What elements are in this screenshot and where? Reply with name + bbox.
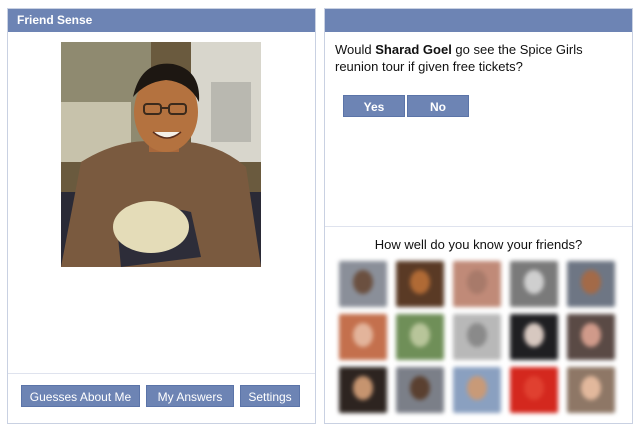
friend-thumbnail[interactable] bbox=[453, 261, 501, 307]
friend-thumbnail[interactable] bbox=[396, 314, 444, 360]
yes-button[interactable]: Yes bbox=[343, 95, 405, 117]
guesses-about-me-button[interactable]: Guesses About Me bbox=[21, 385, 140, 407]
friend-thumbnail[interactable] bbox=[339, 261, 387, 307]
friend-thumbnail[interactable] bbox=[567, 314, 615, 360]
friends-title: How well do you know your friends? bbox=[374, 237, 583, 252]
section-divider bbox=[325, 226, 632, 227]
friend-face bbox=[353, 376, 373, 400]
friend-face bbox=[524, 323, 544, 347]
friend-face bbox=[524, 270, 544, 294]
question-panel: Would Sharad Goel go see the Spice Girls… bbox=[324, 8, 633, 424]
footer-divider bbox=[8, 373, 315, 374]
friend-face bbox=[581, 376, 601, 400]
friend-face bbox=[353, 323, 373, 347]
friend-face bbox=[467, 376, 487, 400]
settings-button[interactable]: Settings bbox=[240, 385, 300, 407]
question-text: Would Sharad Goel go see the Spice Girls… bbox=[335, 41, 625, 75]
friend-face bbox=[353, 270, 373, 294]
friend-thumbnail[interactable] bbox=[396, 261, 444, 307]
profile-photo bbox=[61, 42, 261, 267]
friend-thumbnail[interactable] bbox=[453, 314, 501, 360]
panel-title: Friend Sense bbox=[8, 9, 315, 32]
friend-thumbnail[interactable] bbox=[339, 367, 387, 413]
friend-thumbnail[interactable] bbox=[567, 367, 615, 413]
friend-face bbox=[581, 270, 601, 294]
friend-thumbnail[interactable] bbox=[339, 314, 387, 360]
friend-name: Sharad Goel bbox=[375, 42, 452, 57]
friend-face bbox=[410, 323, 430, 347]
friend-face bbox=[467, 323, 487, 347]
friend-thumbnail[interactable] bbox=[510, 314, 558, 360]
question-panel-header bbox=[325, 9, 632, 32]
friend-face bbox=[524, 376, 544, 400]
friend-sense-panel: Friend Sense Guesses About Me My Answers… bbox=[7, 8, 316, 424]
friend-thumbnail[interactable] bbox=[453, 367, 501, 413]
friend-face bbox=[410, 270, 430, 294]
my-answers-button[interactable]: My Answers bbox=[146, 385, 234, 407]
friend-thumbnail[interactable] bbox=[567, 261, 615, 307]
friend-face bbox=[467, 270, 487, 294]
question-prefix: Would bbox=[335, 42, 376, 57]
no-button[interactable]: No bbox=[407, 95, 469, 117]
friend-face bbox=[581, 323, 601, 347]
friend-thumbnail[interactable] bbox=[396, 367, 444, 413]
friend-face bbox=[410, 376, 430, 400]
friend-thumbnail[interactable] bbox=[510, 261, 558, 307]
friend-thumbnail[interactable] bbox=[510, 367, 558, 413]
